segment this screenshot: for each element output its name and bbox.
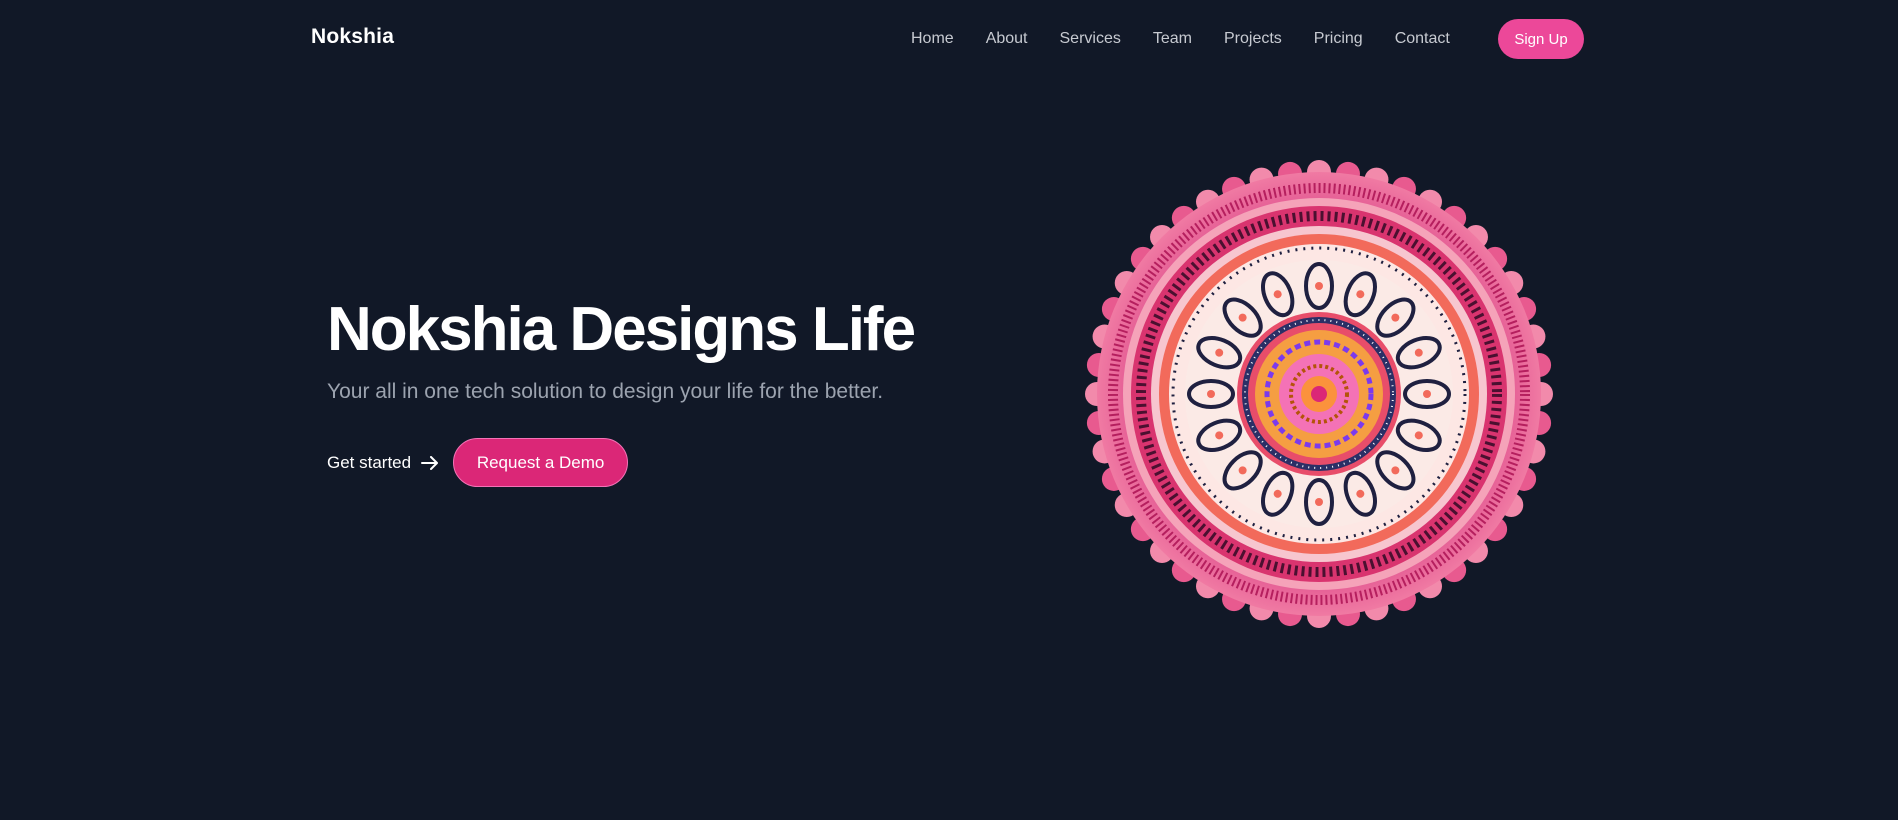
get-started-label: Get started bbox=[327, 452, 412, 472]
hero-title: Nokshia Designs Life bbox=[327, 295, 916, 364]
sign-up-button[interactable]: Sign Up bbox=[1498, 19, 1584, 59]
nav-team[interactable]: Team bbox=[1153, 29, 1192, 49]
brand-logo[interactable]: Nokshia bbox=[311, 25, 394, 49]
arrow-right-icon bbox=[421, 455, 439, 470]
nav-projects[interactable]: Projects bbox=[1224, 29, 1282, 49]
site-header: Nokshia Home About Services Team Project… bbox=[0, 0, 1898, 78]
get-started-link[interactable]: Get started bbox=[327, 438, 439, 487]
hero-actions: Get started Request a Demo bbox=[327, 438, 629, 487]
nav-pricing[interactable]: Pricing bbox=[1314, 29, 1363, 49]
nav-contact[interactable]: Contact bbox=[1395, 29, 1450, 49]
nav-services[interactable]: Services bbox=[1060, 29, 1121, 49]
request-demo-button[interactable]: Request a Demo bbox=[453, 438, 629, 487]
nav-home[interactable]: Home bbox=[911, 29, 954, 49]
hero-subtitle: Your all in one tech solution to design … bbox=[327, 380, 884, 403]
landing-page: Nokshia Home About Services Team Project… bbox=[0, 0, 1898, 820]
nav-about[interactable]: About bbox=[986, 29, 1028, 49]
main-nav: Home About Services Team Projects Pricin… bbox=[911, 29, 1450, 49]
mandala-illustration bbox=[1085, 160, 1553, 628]
